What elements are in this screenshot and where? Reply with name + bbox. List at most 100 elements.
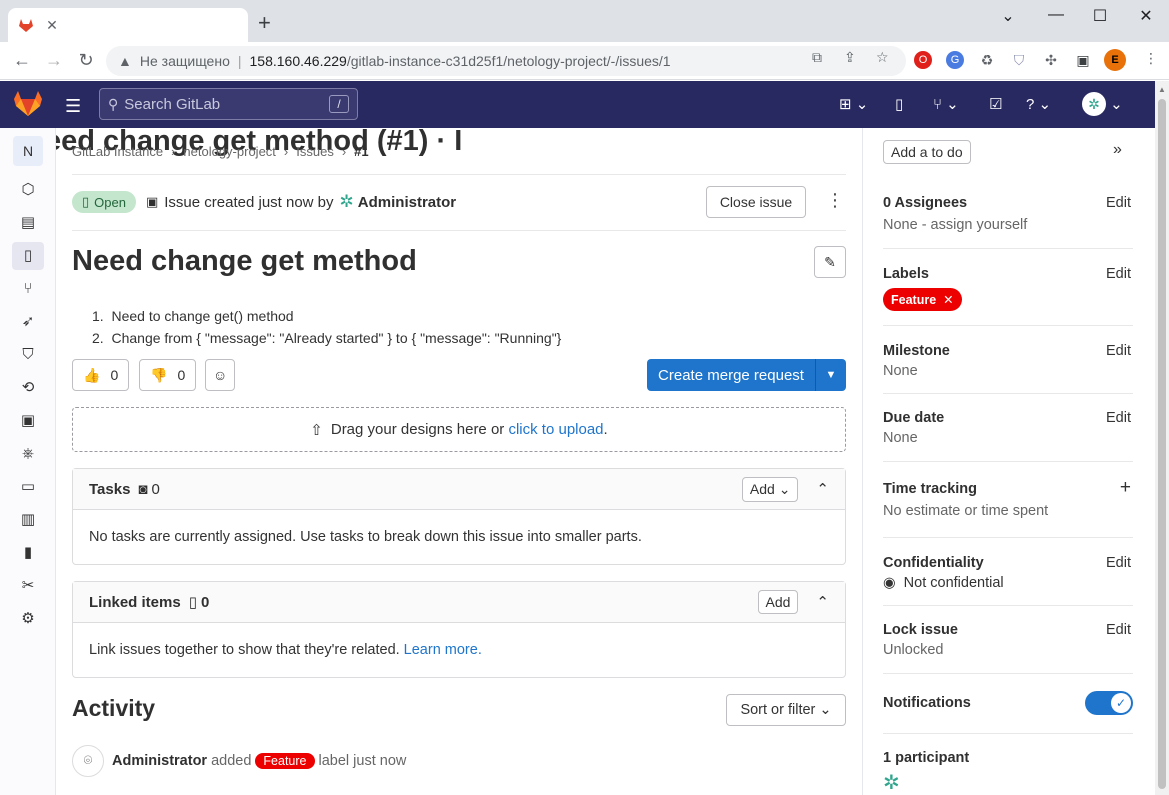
- browser-menu-icon[interactable]: ⋮: [1144, 50, 1158, 67]
- help-icon[interactable]: ? ⌄: [1026, 95, 1051, 113]
- merge-requests-nav-icon[interactable]: ⑂: [12, 275, 44, 303]
- edit-assignees-link[interactable]: Edit: [1106, 195, 1131, 211]
- thumbs-down-button[interactable]: 👎 0: [139, 359, 197, 391]
- collapse-chevron-up-icon[interactable]: ⌃: [816, 593, 829, 611]
- window-menu-icon[interactable]: ⌄: [998, 6, 1018, 26]
- minimize-icon[interactable]: —: [1046, 6, 1066, 24]
- extensions-puzzle-icon[interactable]: ✣: [1042, 51, 1060, 69]
- close-issue-button[interactable]: Close issue: [706, 186, 806, 218]
- sidepanel-icon[interactable]: ▣: [1074, 51, 1092, 69]
- issue-right-sidebar: Add a to do » 0 Assignees None - assign …: [862, 128, 1155, 795]
- participant-avatar[interactable]: ✲: [883, 770, 1133, 795]
- back-icon[interactable]: ←: [11, 50, 33, 70]
- bookmark-star-icon[interactable]: ☆: [876, 49, 889, 66]
- browser-tab[interactable]: Need change get method (#1) · I ✕: [8, 8, 462, 157]
- collapse-chevron-up-icon[interactable]: ⌃: [816, 480, 829, 498]
- click-to-upload-link[interactable]: click to upload: [508, 421, 603, 438]
- create-merge-request-button[interactable]: Create merge request ▼: [647, 359, 846, 391]
- menu-hamburger-icon[interactable]: ☰: [65, 96, 81, 117]
- breadcrumb-item[interactable]: Issues: [296, 144, 334, 159]
- close-window-icon[interactable]: ✕: [1136, 6, 1156, 26]
- activity-label-pill[interactable]: Feature: [255, 753, 315, 769]
- divider: [72, 230, 846, 231]
- page-scrollbar[interactable]: ▲: [1155, 81, 1169, 795]
- forward-icon[interactable]: →: [43, 50, 65, 70]
- profile-avatar-icon[interactable]: E: [1104, 49, 1126, 71]
- project-avatar[interactable]: N: [13, 136, 43, 166]
- sort-or-filter-button[interactable]: Sort or filter ⌄: [726, 694, 846, 726]
- breadcrumb-current[interactable]: #1: [354, 144, 368, 159]
- gitlab-logo-icon[interactable]: [14, 91, 42, 117]
- project-sidebar: N ⬡ ▤ ▯ ⑂ ➶ ⛉ ⟲ ▣ ⎈ ▭ ▥ ▮ ✂ ⚙: [0, 128, 56, 795]
- lock-issue-section: Lock issue Unlocked Edit: [883, 622, 1133, 658]
- repository-icon[interactable]: ▤: [12, 209, 44, 237]
- activity-actor[interactable]: Administrator: [112, 753, 207, 769]
- share-icon[interactable]: ⇪: [844, 49, 856, 66]
- edit-title-pencil-icon[interactable]: ✎: [814, 246, 846, 278]
- edit-labels-link[interactable]: Edit: [1106, 266, 1131, 282]
- new-item-plus-icon[interactable]: ⊞ ⌄: [839, 95, 868, 113]
- search-shortcut-key: /: [329, 95, 349, 113]
- assign-yourself-link[interactable]: None - assign yourself: [883, 217, 1133, 233]
- breadcrumb-item[interactable]: netology-project: [183, 144, 276, 159]
- scroll-up-icon[interactable]: ▲: [1158, 85, 1166, 94]
- address-bar[interactable]: ▲ Не защищено | 158.160.46.229/gitlab-in…: [106, 46, 906, 76]
- maximize-icon[interactable]: ☐: [1090, 6, 1110, 26]
- scrollbar-thumb[interactable]: [1158, 99, 1166, 789]
- activity-verb: added: [211, 753, 252, 769]
- issues-icon[interactable]: ▯: [895, 95, 903, 113]
- notifications-toggle[interactable]: ✓: [1085, 691, 1133, 715]
- settings-gear-icon[interactable]: ⚙: [12, 605, 44, 633]
- thumbs-up-button[interactable]: 👍 0: [72, 359, 130, 391]
- user-avatar-icon[interactable]: ✲ ⌄: [1082, 92, 1123, 116]
- recycle-extension-icon[interactable]: ♻: [978, 51, 996, 69]
- lock-issue-value: Unlocked: [883, 642, 944, 658]
- collapse-sidebar-icon[interactable]: »: [1113, 141, 1122, 159]
- tasks-add-button[interactable]: Add ⌄: [741, 476, 799, 502]
- edit-confidentiality-link[interactable]: Edit: [1106, 555, 1131, 571]
- tasks-add-label: Add: [749, 480, 775, 497]
- remove-label-icon[interactable]: ✕: [943, 292, 953, 307]
- todos-icon[interactable]: ☑: [989, 95, 1002, 113]
- more-actions-icon[interactable]: ⋮: [826, 190, 844, 211]
- opera-extension-icon[interactable]: O: [914, 51, 932, 69]
- snippets-scissors-icon[interactable]: ✂: [12, 572, 44, 600]
- cicd-rocket-icon[interactable]: ➶: [12, 308, 44, 336]
- chevron-down-icon[interactable]: ▼: [815, 359, 846, 391]
- edit-due-date-link[interactable]: Edit: [1106, 410, 1131, 426]
- design-dropzone[interactable]: ⇧ Drag your designs here or click to upl…: [72, 407, 846, 452]
- project-overview-icon[interactable]: ⬡: [12, 176, 44, 204]
- add-reaction-button[interactable]: ☺: [205, 359, 236, 391]
- security-shield-icon[interactable]: ⛉: [12, 341, 44, 369]
- reload-icon[interactable]: ↻: [75, 50, 97, 70]
- monitor-icon[interactable]: ▭: [12, 473, 44, 501]
- infrastructure-icon[interactable]: ⎈: [12, 440, 44, 468]
- assignees-heading: 0 Assignees: [883, 195, 968, 211]
- edit-milestone-link[interactable]: Edit: [1106, 343, 1131, 359]
- deployments-icon[interactable]: ⟲: [12, 374, 44, 402]
- shield-extension-icon[interactable]: ⛉: [1010, 51, 1028, 69]
- label-chip[interactable]: Feature ✕: [883, 288, 962, 311]
- analytics-icon[interactable]: ▥: [12, 506, 44, 534]
- description-item: 1. Need to change get() method: [92, 308, 294, 324]
- due-date-value: None: [883, 430, 918, 446]
- add-todo-button[interactable]: Add a to do: [883, 140, 971, 164]
- milestone-heading: Milestone: [883, 343, 950, 359]
- linked-add-button[interactable]: Add: [757, 590, 799, 614]
- gitlab-favicon-icon: [19, 19, 33, 32]
- new-tab-icon[interactable]: +: [258, 12, 271, 34]
- merge-requests-icon[interactable]: ⑂ ⌄: [933, 95, 959, 113]
- author-name[interactable]: Administrator: [358, 194, 456, 211]
- wiki-icon[interactable]: ▮: [12, 539, 44, 567]
- search-input[interactable]: ⚲ Search GitLab /: [99, 88, 358, 120]
- tab-close-icon[interactable]: ✕: [44, 17, 60, 34]
- breadcrumb-item[interactable]: GitLab Instance: [72, 144, 163, 159]
- author-avatar[interactable]: ✲: [340, 192, 354, 212]
- translate-icon[interactable]: ⧉: [812, 49, 822, 66]
- packages-icon[interactable]: ▣: [12, 407, 44, 435]
- translate-extension-icon[interactable]: G: [946, 51, 964, 69]
- add-time-plus-icon[interactable]: +: [1120, 477, 1131, 499]
- edit-lock-link[interactable]: Edit: [1106, 622, 1131, 638]
- issues-nav-icon[interactable]: ▯: [12, 242, 44, 270]
- learn-more-link[interactable]: Learn more.: [404, 642, 482, 658]
